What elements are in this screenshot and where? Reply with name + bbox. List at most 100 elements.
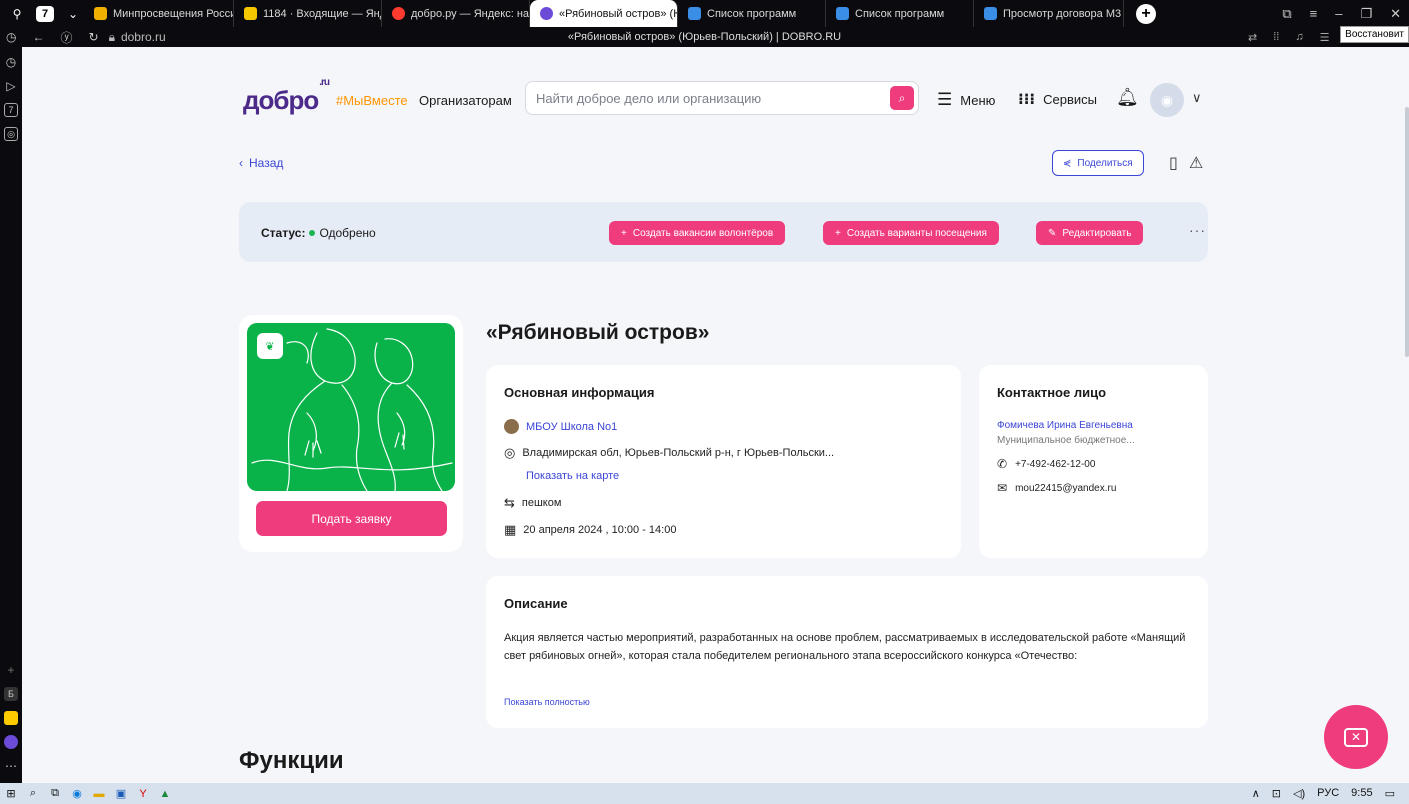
create-vacancies-button[interactable]: + Создать вакансии волонтёров: [609, 221, 786, 245]
browser-tab-bar: ⚲ 7 ⌄ Минпросвещения России 1184 · Входя…: [0, 0, 1409, 27]
app-icon[interactable]: ▲: [154, 788, 176, 800]
apply-button[interactable]: Подать заявку: [256, 501, 447, 536]
edge-icon[interactable]: ◉: [66, 787, 88, 800]
volume-icon[interactable]: ◁): [1293, 787, 1305, 800]
browser-tab-5[interactable]: Список программ: [678, 0, 826, 27]
language-indicator[interactable]: РУС: [1317, 787, 1339, 800]
chevron-down-icon[interactable]: ⌄: [62, 4, 84, 24]
show-on-map-link[interactable]: Показать на карте: [526, 470, 619, 482]
organizers-link[interactable]: Организаторам: [419, 93, 512, 108]
pencil-icon: ✎: [1048, 227, 1057, 239]
search-button[interactable]: ⌕: [890, 86, 914, 110]
back-arrow-icon[interactable]: ←: [32, 30, 44, 44]
history-icon[interactable]: ◷: [6, 55, 16, 69]
menu-button[interactable]: ☰ Меню: [937, 90, 995, 110]
extensions-icon[interactable]: ⁞⁞: [1273, 31, 1279, 44]
status-text: Статус: Одобрено: [261, 226, 376, 240]
organization-row[interactable]: МБОУ Школа No1: [504, 419, 617, 434]
chat-button[interactable]: ✕: [1324, 705, 1388, 769]
mail-icon: ✉: [997, 481, 1008, 495]
create-visits-button[interactable]: + Создать варианты посещения: [823, 221, 999, 245]
share-button[interactable]: ⋞ Поделиться: [1052, 150, 1144, 176]
mail-app-icon[interactable]: [4, 711, 18, 725]
url-field[interactable]: 🔒︎ dobro.ru: [109, 30, 166, 45]
headphones-icon[interactable]: ♫: [1295, 31, 1303, 44]
translate-icon[interactable]: ⇄: [1248, 31, 1257, 44]
play-icon[interactable]: ▷: [6, 79, 15, 93]
contact-card: Контактное лицо Фомичева Ирина Евгеньевн…: [979, 365, 1208, 558]
close-icon[interactable]: ✕: [1390, 6, 1401, 22]
site-logo[interactable]: добро.ru: [243, 77, 330, 116]
tab-favicon-icon: [688, 7, 701, 20]
notifications-icon[interactable]: ▭: [1385, 787, 1395, 800]
bell-icon[interactable]: 🔔︎: [1116, 87, 1139, 108]
functions-heading: Функции: [239, 747, 344, 774]
explorer-icon[interactable]: ▬: [88, 788, 110, 800]
hamburger-icon: ☰: [937, 90, 953, 109]
browser-tab-1[interactable]: Минпросвещения России: [84, 0, 234, 27]
description-text: Акция является частью мероприятий, разра…: [504, 632, 1186, 662]
search-icon[interactable]: ⌕: [22, 787, 44, 800]
notes-icon[interactable]: ◎: [4, 127, 18, 141]
show-more-link[interactable]: Показать полностью: [504, 697, 590, 707]
warning-icon[interactable]: ⚠︎: [1189, 153, 1203, 173]
copy-icon[interactable]: ⧉: [1282, 6, 1291, 22]
datetime-row: ▦ 20 апреля 2024 , 10:00 - 14:00: [504, 522, 677, 537]
alice-icon[interactable]: [4, 735, 18, 749]
contact-email[interactable]: ✉ mou22415@yandex.ru: [997, 481, 1116, 495]
yandex-favicon-icon: [392, 7, 405, 20]
contact-phone[interactable]: ✆ +7-492-462-12-00: [997, 457, 1095, 471]
site-header: добро.ru #МыВместе Организаторам ⌕ ☰Меню…: [22, 47, 1409, 147]
page-scrollbar[interactable]: [1405, 107, 1409, 357]
more-icon[interactable]: ⋯: [5, 759, 17, 773]
browser-tab-6[interactable]: Список программ: [826, 0, 974, 27]
contact-name-link[interactable]: Фомичева Ирина Евгеньевна: [997, 420, 1133, 431]
transport-row: ⇆ пешком: [504, 495, 562, 510]
app-b-icon[interactable]: Б: [4, 687, 18, 701]
chevron-left-icon: ‹: [239, 156, 243, 170]
clock-icon[interactable]: ◷: [6, 30, 16, 44]
tab-counter[interactable]: 7: [34, 4, 56, 24]
browser-tab-2[interactable]: 1184 · Входящие — Яндекс: [234, 0, 382, 27]
calendar-icon[interactable]: 7: [4, 103, 18, 117]
avatar[interactable]: ◉: [1150, 83, 1184, 117]
store-icon[interactable]: ▣: [110, 787, 132, 800]
search-input[interactable]: [526, 82, 866, 114]
new-tab-button[interactable]: +: [1136, 3, 1156, 24]
tab-favicon-icon: [836, 7, 849, 20]
location-pin-icon: ◎: [504, 445, 516, 460]
task-view-icon[interactable]: ⧉: [44, 787, 66, 800]
add-icon[interactable]: +: [7, 663, 14, 677]
hashtag-link[interactable]: #МыВместе: [336, 93, 408, 108]
reload-icon[interactable]: ↻: [89, 30, 99, 44]
tab-favicon-icon: [94, 7, 107, 20]
event-title: «Рябиновый остров»: [486, 321, 710, 344]
address-bar: ◷ ← ⓨ ↻ 🔒︎ dobro.ru «Рябиновый остров» (…: [0, 27, 1409, 47]
back-link[interactable]: ‹ Назад: [239, 156, 283, 170]
plus-icon: +: [835, 227, 841, 239]
tab-favicon-icon: [984, 7, 997, 20]
restore-icon[interactable]: ❐: [1360, 6, 1372, 22]
clock[interactable]: 9:55: [1351, 787, 1372, 800]
hamburger-icon[interactable]: ≡: [1310, 6, 1318, 21]
phone-icon: ✆: [997, 457, 1008, 471]
bookmark-icon[interactable]: ▯: [1169, 153, 1178, 173]
browser-tab-3[interactable]: добро.ру — Яндекс: нашл: [382, 0, 530, 27]
windows-start-icon[interactable]: ⊞: [0, 787, 22, 800]
services-button[interactable]: ⁝⁝⁝ Сервисы: [1018, 90, 1097, 108]
browser-tab-active[interactable]: «Рябиновый остров» (Ю ×: [530, 0, 678, 27]
minimize-icon[interactable]: –: [1335, 6, 1342, 21]
browser-tab-7[interactable]: Просмотр договора М3: [974, 0, 1124, 27]
status-panel: Статус: Одобрено + Создать вакансии волонт…: [239, 202, 1208, 262]
edit-button[interactable]: ✎ Редактировать: [1036, 221, 1144, 245]
chevron-down-icon[interactable]: ∨: [1192, 90, 1202, 106]
description-heading: Описание: [504, 596, 568, 611]
more-options-icon[interactable]: ···: [1189, 222, 1206, 238]
page: добро.ru #МыВместе Организаторам ⌕ ☰Меню…: [22, 47, 1409, 783]
reader-icon[interactable]: ☰: [1320, 31, 1330, 44]
yandex-icon[interactable]: ⓨ: [60, 29, 72, 46]
tray-up-icon[interactable]: ∧: [1252, 787, 1260, 800]
yandex-browser-icon[interactable]: Y: [132, 788, 154, 800]
profile-icon[interactable]: ⚲: [6, 4, 28, 24]
network-icon[interactable]: ⊡: [1272, 787, 1281, 800]
